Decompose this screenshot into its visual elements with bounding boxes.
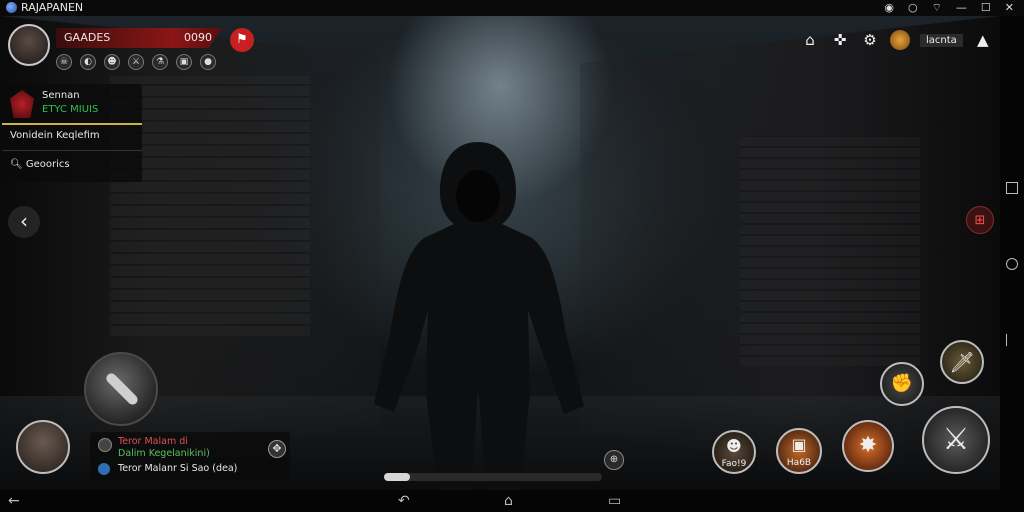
gauntlet-icon: ✊ (890, 373, 914, 394)
close-icon[interactable]: ✕ (1005, 0, 1014, 16)
quest-search[interactable]: 🔍︎ Geoorics (10, 159, 70, 170)
skill-dagger-button[interactable]: 🗡︎ (940, 340, 984, 384)
progress-bar (384, 473, 602, 481)
app-title: RAJAPANEN (6, 1, 83, 14)
blade-icon: ⚔ (942, 422, 970, 457)
player-avatar[interactable] (8, 24, 50, 66)
back-nav-icon[interactable] (1006, 334, 1018, 346)
player-name-bar: GAADES 0090 (56, 28, 222, 48)
currency-label: lacnta (920, 33, 963, 47)
face-icon[interactable]: ☻ (104, 54, 120, 70)
quest-panel[interactable]: Sennan ETYC MIUIS Vonidein Keqlefim 🔍︎ G… (2, 84, 142, 182)
chat-line-3: Teror Malanr Si Sao (dea) (118, 463, 238, 474)
toggle-button[interactable]: ⊕ (604, 450, 624, 470)
skill-chest-button[interactable]: ▣ Ha6B (776, 428, 822, 474)
chat-panel[interactable]: Teror Malam di Dalim Kegelanikini) Teror… (90, 432, 290, 480)
status-icon-row: ☠ ◐ ☻ ⚔ ⚗ ▣ ● (56, 54, 216, 70)
treasure-icon: ▣ (791, 435, 807, 454)
back-button[interactable]: ‹ (8, 206, 40, 238)
chat-settings-button[interactable]: ✥ (268, 440, 286, 458)
dagger-icon: 🗡︎ (949, 350, 975, 374)
recent-apps-icon[interactable] (1006, 182, 1018, 194)
chat-avatar-icon (98, 438, 112, 452)
skill-ally-button[interactable]: ☻ Fao!9 (712, 430, 756, 474)
quest-emblem-icon (10, 90, 34, 118)
maximize-icon[interactable]: ☐ (981, 0, 991, 16)
chevron-left-icon: ‹ (20, 209, 28, 233)
character-portrait[interactable] (16, 420, 70, 474)
overview-icon[interactable]: ▭ (608, 493, 621, 509)
app-title-text: RAJAPANEN (21, 1, 84, 14)
chat-line-1: Teror Malam di (118, 436, 188, 447)
search-icon: 🔍︎ (10, 159, 23, 170)
home-nav-icon[interactable]: ⌂ (504, 493, 513, 509)
skull-icon[interactable]: ☠ (56, 54, 72, 70)
wifi-icon: ⌔ (931, 1, 942, 14)
minimize-icon[interactable]: — (956, 0, 967, 16)
hooded-figure (374, 142, 584, 490)
quest-search-label: Geoorics (25, 159, 70, 170)
coin-icon[interactable]: ● (200, 54, 216, 70)
skill-gauntlet-button[interactable]: ✊ (880, 362, 924, 406)
system-nav-bottom: ← ↶ ⌂ ▭ (0, 490, 1024, 512)
home-circle-icon[interactable] (1006, 258, 1018, 270)
quest-divider-2 (2, 150, 142, 151)
chat-channel-icon (98, 463, 110, 475)
currency-coin-icon[interactable] (890, 30, 910, 50)
joystick-knob[interactable] (104, 371, 140, 407)
ally-face-icon: ☻ (726, 437, 742, 455)
quest-title: Sennan (42, 90, 80, 101)
record-icon[interactable]: ◉ (884, 0, 894, 16)
quest-subtitle: ETYC MIUIS (42, 104, 99, 115)
brick-texture-right (740, 136, 920, 366)
attack-button[interactable]: ⚔ (922, 406, 990, 474)
alert-button[interactable]: ⚑ (230, 28, 254, 52)
system-title-bar: RAJAPANEN ◉ ○ ⌔ — ☐ ✕ (0, 0, 1024, 16)
settings-gear-icon[interactable]: ⚙ (860, 30, 880, 50)
fire-slash-icon: ✸ (858, 433, 878, 458)
home-icon[interactable]: ⌂ (800, 30, 820, 50)
system-nav-right (1000, 16, 1024, 490)
warning-triangle-icon[interactable]: ▲ (973, 30, 993, 50)
chat-bubble-icon[interactable]: ○ (908, 0, 918, 16)
chat-line-2: Dalim Kegelanikini) (118, 448, 210, 459)
quest-objective[interactable]: Vonidein Keqlefim (10, 130, 100, 141)
player-name: GAADES (64, 31, 111, 44)
skill-fire-button[interactable]: ✸ (842, 420, 894, 472)
gift-button[interactable]: ⊞ (966, 206, 994, 234)
mask-icon[interactable]: ◐ (80, 54, 96, 70)
chest-icon[interactable]: ▣ (176, 54, 192, 70)
quest-divider (2, 123, 142, 125)
sword-icon[interactable]: ⚔ (128, 54, 144, 70)
progress-fill (384, 473, 411, 481)
skill-chest-label: Ha6B (786, 458, 812, 468)
movement-joystick[interactable] (84, 352, 158, 426)
app-logo-icon (6, 2, 17, 13)
flask-icon[interactable]: ⚗ (152, 54, 168, 70)
back-arrow-icon[interactable]: ← (8, 493, 20, 509)
undo-icon[interactable]: ↶ (398, 493, 410, 509)
top-right-toolbar: ⌂ ✜ ⚙ lacnta ▲ (800, 30, 993, 50)
player-power: 0090 (184, 31, 212, 44)
skill-ally-label: Fao!9 (721, 459, 747, 469)
crosshair-icon[interactable]: ✜ (830, 30, 850, 50)
game-scene[interactable] (0, 16, 1000, 490)
gift-icon: ⊞ (974, 213, 986, 228)
